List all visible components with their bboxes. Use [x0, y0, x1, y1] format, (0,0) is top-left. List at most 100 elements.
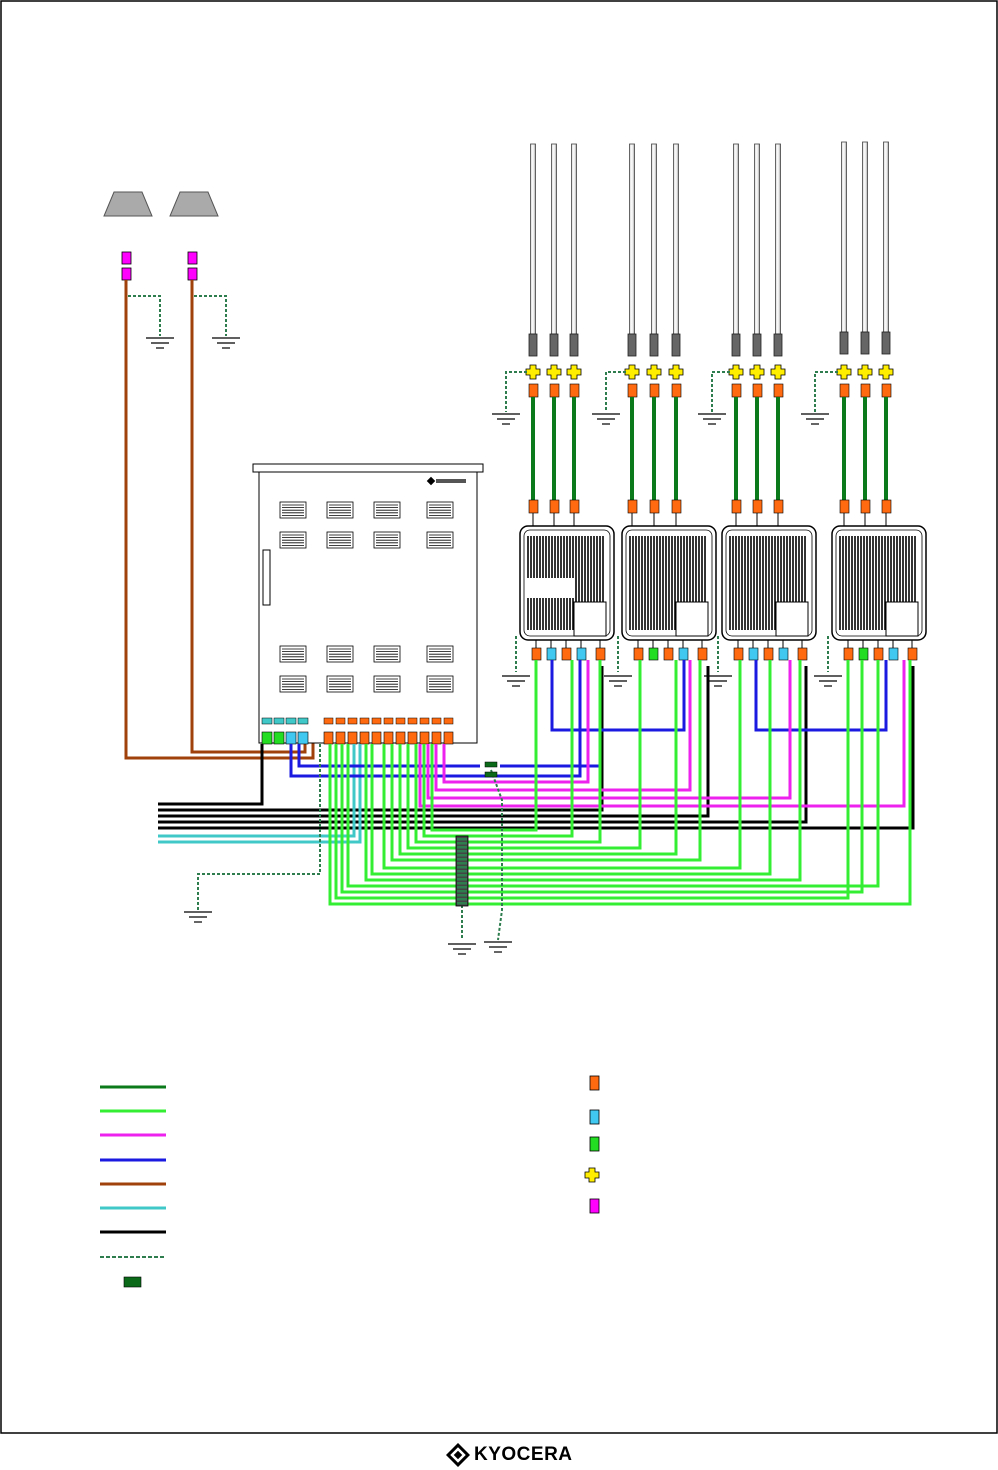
orange-connector [671, 499, 682, 514]
vent-grille [426, 501, 454, 519]
orange-connector [860, 383, 871, 398]
antenna-mast [530, 143, 536, 335]
radio-label-plate [573, 601, 607, 637]
yellow-connector [584, 1167, 600, 1183]
orange-connector [323, 717, 334, 725]
orange-connector [531, 647, 542, 661]
terminal-slot [457, 858, 467, 861]
orange-connector [323, 731, 334, 745]
brand-name: KYOCERA [474, 1444, 573, 1465]
orange-connector [359, 717, 370, 725]
yellow-connector [546, 364, 562, 380]
orange-connector [627, 383, 638, 398]
vent-grille [326, 501, 354, 519]
antenna-base [881, 331, 891, 355]
orange-connector [627, 499, 638, 514]
vent-grille [426, 531, 454, 549]
gps-ground-wires [128, 295, 227, 336]
yellow-connector [646, 364, 662, 380]
vent-grille [373, 675, 401, 693]
vent-grille [373, 531, 401, 549]
orange-connector [335, 717, 346, 725]
orange-connector [873, 647, 884, 661]
antenna-base [627, 333, 637, 357]
antenna-mast [883, 141, 889, 333]
terminal-slot [457, 870, 467, 873]
ground-symbol [483, 941, 513, 953]
pink-cables [418, 660, 906, 808]
orange-connector [881, 499, 892, 514]
rf-cables [528, 397, 892, 526]
ground-block [484, 761, 498, 768]
antenna-mast [775, 143, 781, 335]
orange-connector [797, 647, 808, 661]
orange-connector [569, 383, 580, 398]
yellow-connector [770, 364, 786, 380]
ground-symbol [211, 337, 241, 349]
ground-block [484, 771, 498, 778]
vent-grille [279, 501, 307, 519]
ground-symbol [491, 413, 521, 425]
cyan-connector [678, 647, 689, 661]
vent-grille [279, 675, 307, 693]
antenna-mast [551, 143, 557, 335]
terminal-slot [457, 862, 467, 865]
terminal-slot [457, 850, 467, 853]
orange-connector [907, 647, 918, 661]
wiring-diagram [0, 0, 998, 1434]
cyan-connector [888, 647, 899, 661]
orange-connector [773, 383, 784, 398]
antenna-base [731, 333, 741, 357]
radio-label-plate [775, 601, 809, 637]
ground-symbol [813, 675, 843, 687]
legend-connector-samples [584, 1075, 600, 1214]
ground-symbol [145, 337, 175, 349]
antenna-base [752, 333, 762, 357]
ground-terminal-block [455, 835, 469, 907]
orange-connector [443, 731, 454, 745]
yellow-connector [878, 364, 894, 380]
terminal-slot [457, 882, 467, 885]
orange-connector [733, 647, 744, 661]
orange-connector [407, 731, 418, 745]
yellow-connector [566, 364, 582, 380]
terminal-slot [457, 898, 467, 901]
orange-connector [395, 731, 406, 745]
vent-grille [426, 675, 454, 693]
ground-symbol [800, 413, 830, 425]
orange-connector [443, 717, 454, 725]
antenna-base [569, 333, 579, 357]
antenna-mast [673, 143, 679, 335]
legend-green-connector [589, 1136, 600, 1152]
orange-connector [549, 499, 560, 514]
orange-connector [881, 383, 892, 398]
vent-grille [326, 645, 354, 663]
terminal-slot [457, 866, 467, 869]
orange-connector [763, 647, 774, 661]
ground-symbol [603, 675, 633, 687]
radio-unit [501, 525, 615, 687]
antenna-mast [841, 141, 847, 333]
antenna-base [549, 333, 559, 357]
ground-wire [605, 371, 626, 412]
antenna-mast [862, 141, 868, 333]
orange-connector [595, 647, 606, 661]
orange-connector [839, 499, 850, 514]
orange-connector [407, 717, 418, 725]
orange-connector [633, 647, 644, 661]
terminal-slot [457, 886, 467, 889]
ground-symbol [183, 911, 213, 923]
orange-connector [419, 731, 430, 745]
ground-symbol [697, 413, 727, 425]
terminal-slot [457, 902, 467, 905]
orange-connector [649, 383, 660, 398]
cyan-connector [778, 647, 789, 661]
gps-antenna-2 [169, 191, 219, 281]
orange-connector [549, 383, 560, 398]
antenna-mast [571, 143, 577, 335]
vent-grille [373, 501, 401, 519]
vent-grille [279, 645, 307, 663]
cyan-connector [546, 647, 557, 661]
legend-cyan-connector [589, 1109, 600, 1125]
orange-connector [860, 499, 871, 514]
